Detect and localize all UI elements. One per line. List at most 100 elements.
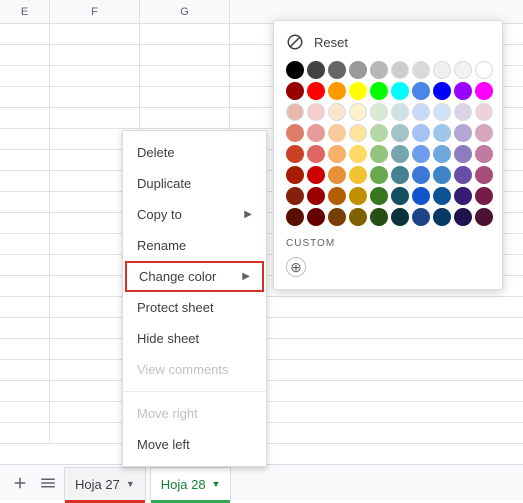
color-swatch[interactable] xyxy=(370,61,388,79)
color-swatch[interactable] xyxy=(307,145,325,163)
menu-copy-to[interactable]: Copy to▶ xyxy=(123,199,266,230)
sheet-tab-active[interactable]: Hoja 28 ▼ xyxy=(150,467,232,501)
color-swatch[interactable] xyxy=(391,187,409,205)
cell[interactable] xyxy=(0,192,50,212)
color-swatch[interactable] xyxy=(349,166,367,184)
color-swatch[interactable] xyxy=(286,187,304,205)
color-swatch[interactable] xyxy=(328,124,346,142)
color-swatch[interactable] xyxy=(307,82,325,100)
sheet-tab-prev[interactable]: Hoja 27 ▼ xyxy=(64,467,146,501)
cell[interactable] xyxy=(0,339,50,359)
color-swatch[interactable] xyxy=(370,187,388,205)
color-swatch[interactable] xyxy=(391,124,409,142)
menu-change-color[interactable]: Change color▶ xyxy=(125,261,264,292)
cell[interactable] xyxy=(0,108,50,128)
color-swatch[interactable] xyxy=(412,103,430,121)
color-swatch[interactable] xyxy=(328,61,346,79)
menu-delete[interactable]: Delete xyxy=(123,137,266,168)
cell[interactable] xyxy=(0,255,50,275)
color-swatch[interactable] xyxy=(349,208,367,226)
color-swatch[interactable] xyxy=(475,187,493,205)
color-swatch[interactable] xyxy=(307,61,325,79)
cell[interactable] xyxy=(0,213,50,233)
color-swatch[interactable] xyxy=(307,166,325,184)
color-swatch[interactable] xyxy=(286,166,304,184)
color-swatch[interactable] xyxy=(454,82,472,100)
menu-duplicate[interactable]: Duplicate xyxy=(123,168,266,199)
color-swatch[interactable] xyxy=(391,103,409,121)
cell[interactable] xyxy=(0,129,50,149)
cell[interactable] xyxy=(0,45,50,65)
cell[interactable] xyxy=(0,171,50,191)
cell[interactable] xyxy=(0,297,50,317)
color-swatch[interactable] xyxy=(370,103,388,121)
cell[interactable] xyxy=(0,234,50,254)
col-header-e[interactable]: E xyxy=(0,0,50,23)
color-swatch[interactable] xyxy=(307,187,325,205)
color-swatch[interactable] xyxy=(328,145,346,163)
menu-protect-sheet[interactable]: Protect sheet xyxy=(123,292,266,323)
color-swatch[interactable] xyxy=(433,166,451,184)
color-swatch[interactable] xyxy=(286,61,304,79)
cell[interactable] xyxy=(140,45,230,65)
add-custom-color-button[interactable]: ⊕ xyxy=(286,257,306,277)
menu-rename[interactable]: Rename xyxy=(123,230,266,261)
color-swatch[interactable] xyxy=(328,187,346,205)
color-swatch[interactable] xyxy=(433,208,451,226)
color-swatch[interactable] xyxy=(349,124,367,142)
color-swatch[interactable] xyxy=(412,187,430,205)
color-swatch[interactable] xyxy=(412,82,430,100)
col-header-g[interactable]: G xyxy=(140,0,230,23)
color-swatch[interactable] xyxy=(454,124,472,142)
color-swatch[interactable] xyxy=(370,124,388,142)
color-swatch[interactable] xyxy=(349,145,367,163)
color-swatch[interactable] xyxy=(475,103,493,121)
color-swatch[interactable] xyxy=(433,82,451,100)
cell[interactable] xyxy=(50,87,140,107)
cell[interactable] xyxy=(50,66,140,86)
color-swatch[interactable] xyxy=(475,208,493,226)
color-swatch[interactable] xyxy=(475,145,493,163)
color-swatch[interactable] xyxy=(391,166,409,184)
color-swatch[interactable] xyxy=(307,103,325,121)
color-swatch[interactable] xyxy=(475,82,493,100)
color-swatch[interactable] xyxy=(454,145,472,163)
color-swatch[interactable] xyxy=(454,103,472,121)
color-swatch[interactable] xyxy=(307,124,325,142)
color-swatch[interactable] xyxy=(370,208,388,226)
color-swatch[interactable] xyxy=(391,208,409,226)
add-sheet-button[interactable] xyxy=(8,471,32,495)
col-header-f[interactable]: F xyxy=(50,0,140,23)
cell[interactable] xyxy=(140,24,230,44)
color-swatch[interactable] xyxy=(454,187,472,205)
cell[interactable] xyxy=(0,318,50,338)
menu-move-left[interactable]: Move left xyxy=(123,429,266,460)
color-swatch[interactable] xyxy=(328,82,346,100)
color-swatch[interactable] xyxy=(475,124,493,142)
color-swatch[interactable] xyxy=(328,208,346,226)
color-swatch[interactable] xyxy=(349,61,367,79)
color-swatch[interactable] xyxy=(370,166,388,184)
color-swatch[interactable] xyxy=(370,145,388,163)
color-swatch[interactable] xyxy=(391,82,409,100)
color-swatch[interactable] xyxy=(475,166,493,184)
menu-hide-sheet[interactable]: Hide sheet xyxy=(123,323,266,354)
reset-color[interactable]: Reset xyxy=(286,33,490,51)
cell[interactable] xyxy=(50,45,140,65)
color-swatch[interactable] xyxy=(433,103,451,121)
color-swatch[interactable] xyxy=(412,145,430,163)
color-swatch[interactable] xyxy=(286,82,304,100)
color-swatch[interactable] xyxy=(412,61,430,79)
cell[interactable] xyxy=(0,423,50,443)
cell[interactable] xyxy=(140,66,230,86)
cell[interactable] xyxy=(0,360,50,380)
color-swatch[interactable] xyxy=(307,208,325,226)
cell[interactable] xyxy=(0,402,50,422)
color-swatch[interactable] xyxy=(286,124,304,142)
color-swatch[interactable] xyxy=(412,166,430,184)
color-swatch[interactable] xyxy=(391,145,409,163)
color-swatch[interactable] xyxy=(370,82,388,100)
color-swatch[interactable] xyxy=(286,145,304,163)
cell[interactable] xyxy=(0,87,50,107)
color-swatch[interactable] xyxy=(349,103,367,121)
